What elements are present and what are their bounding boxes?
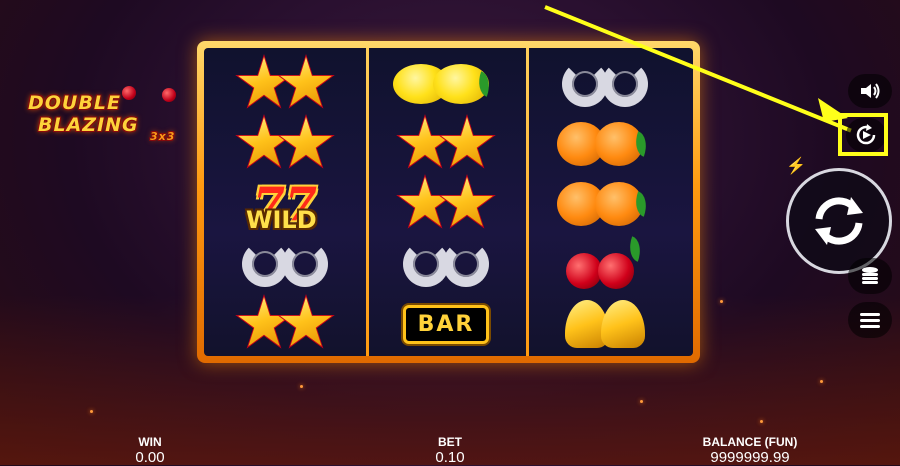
speaker-icon xyxy=(861,83,880,99)
lightning-icon[interactable]: ⚡ xyxy=(786,156,806,176)
ember-spark xyxy=(90,410,93,413)
balance-label: BALANCE (FUN) xyxy=(702,435,798,449)
star-icon xyxy=(277,294,335,351)
symbol-stars xyxy=(210,294,360,354)
symbol-lemons xyxy=(371,54,521,114)
reels-frame: 77 WILD BAR xyxy=(197,41,700,363)
bet-display: BET 0.10 xyxy=(410,435,490,466)
autoplay-highlight-box xyxy=(838,113,888,156)
bell-icon xyxy=(601,300,645,348)
symbol-stars xyxy=(210,114,360,174)
logo-word-blazing: BLAZING xyxy=(38,114,139,136)
star-icon xyxy=(438,174,496,231)
game-logo: DOUBLE BLAZING 3x3 xyxy=(22,84,192,154)
symbol-stars xyxy=(210,54,360,114)
cherry-icon xyxy=(598,253,634,289)
reels-area: 77 WILD BAR xyxy=(204,48,693,356)
reel-divider xyxy=(366,48,369,356)
star-icon xyxy=(277,54,335,111)
spin-arrows-icon xyxy=(815,197,863,245)
ember-spark xyxy=(300,385,303,388)
symbol-horseshoes xyxy=(371,234,521,294)
symbol-cherries xyxy=(530,234,680,294)
win-display: WIN 0.00 xyxy=(110,435,190,466)
hamburger-icon xyxy=(860,313,880,328)
balance-display: BALANCE (FUN) 9999999.99 xyxy=(680,435,820,466)
ember-spark xyxy=(640,400,643,403)
bet-button[interactable] xyxy=(848,258,892,294)
sound-button[interactable] xyxy=(848,74,892,108)
cherry-icon xyxy=(122,86,136,100)
balance-value: 9999999.99 xyxy=(710,449,790,466)
win-label: WIN xyxy=(138,435,162,449)
symbol-horseshoes xyxy=(530,54,680,114)
cherry-icon xyxy=(162,88,176,102)
bet-label: BET xyxy=(438,435,462,449)
reel-divider xyxy=(526,48,529,356)
wild-label: WILD xyxy=(246,206,317,234)
symbol-stars xyxy=(371,114,521,174)
win-value: 0.00 xyxy=(135,449,165,466)
bet-value: 0.10 xyxy=(435,449,465,466)
horseshoe-icon xyxy=(443,241,489,287)
symbol-stars xyxy=(371,174,521,234)
coins-stack-icon xyxy=(862,267,878,284)
symbol-wild: 77 WILD xyxy=(210,174,360,234)
logo-word-3x3: 3x3 xyxy=(150,130,176,143)
logo-word-double: DOUBLE xyxy=(28,92,121,114)
symbol-oranges xyxy=(530,174,680,234)
symbol-bells xyxy=(530,294,680,354)
horseshoe-icon xyxy=(602,61,648,107)
ember-spark xyxy=(760,420,763,423)
menu-button[interactable] xyxy=(848,302,892,338)
ember-spark xyxy=(720,300,723,303)
star-icon xyxy=(277,114,335,171)
ember-spark xyxy=(820,380,823,383)
symbol-oranges xyxy=(530,114,680,174)
horseshoe-icon xyxy=(282,241,328,287)
star-icon xyxy=(438,114,496,171)
symbol-horseshoes xyxy=(210,234,360,294)
status-bar: WIN 0.00 BET 0.10 BALANCE (FUN) 9999999.… xyxy=(0,433,900,466)
symbol-bar: BAR xyxy=(371,294,521,354)
bar-label: BAR xyxy=(402,304,490,344)
cherry-icon xyxy=(566,253,602,289)
